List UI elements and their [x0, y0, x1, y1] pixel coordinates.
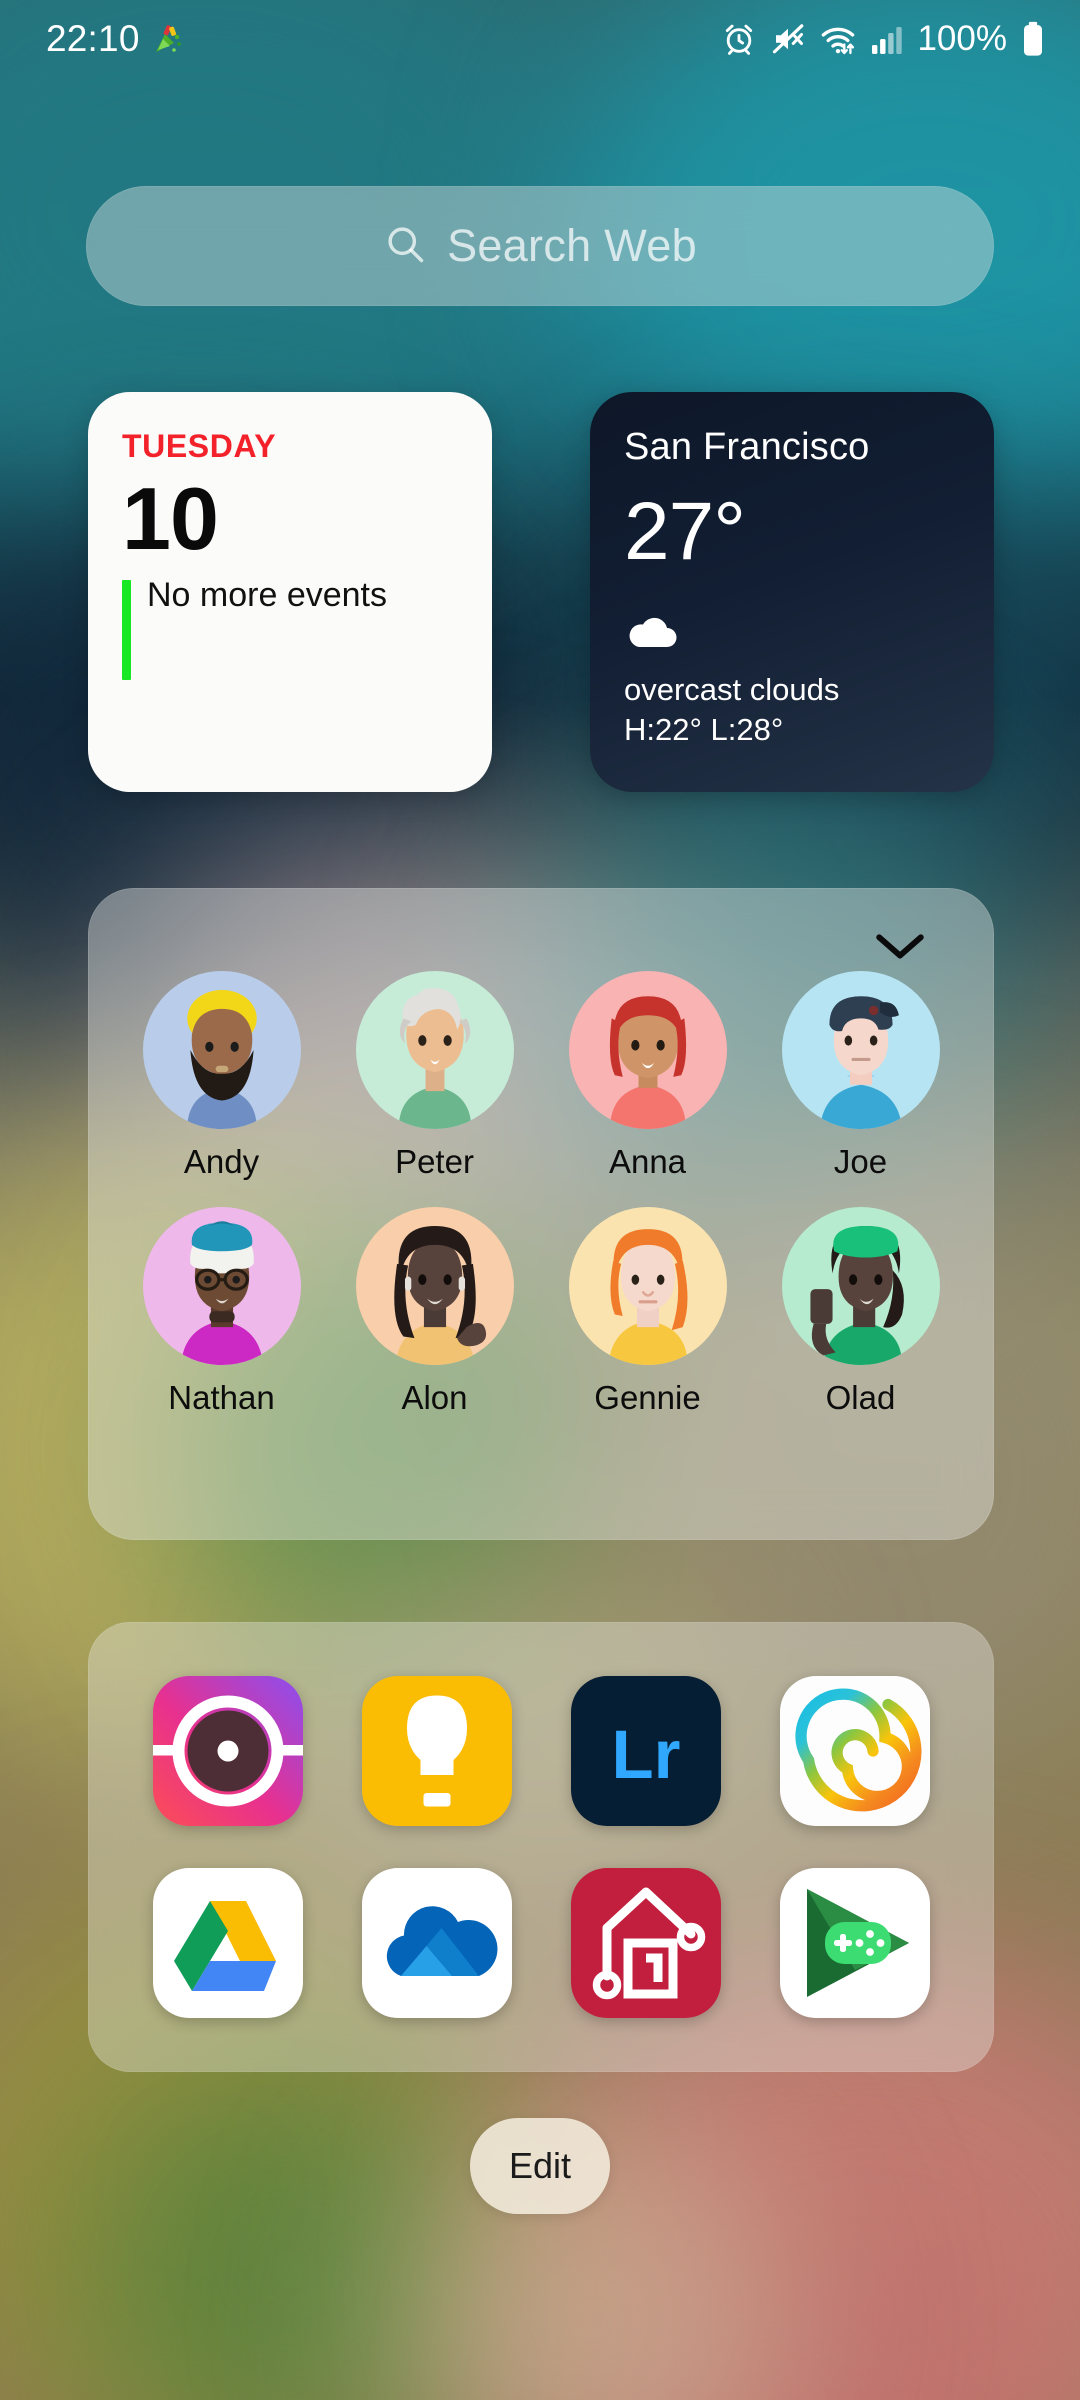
spiral-app[interactable]	[779, 1676, 930, 1826]
contact-andy[interactable]: Andy	[115, 971, 328, 1181]
contacts-grid: Andy Peter Anna Joe Nathan Alon Gennie O…	[89, 971, 993, 1417]
battery-percent-label: 100%	[917, 19, 1007, 58]
onedrive-app[interactable]	[361, 1868, 512, 2018]
contact-name: Andy	[183, 1143, 260, 1180]
cloud-icon	[624, 611, 994, 656]
calendar-accent-bar	[122, 580, 131, 681]
contact-gennie[interactable]: Gennie	[541, 1207, 754, 1417]
party-popper-icon	[150, 21, 186, 57]
weather-widget[interactable]: San Francisco 27° overcast clouds H:22° …	[590, 392, 994, 792]
avatar	[142, 971, 301, 1129]
weather-city: San Francisco	[624, 426, 870, 468]
app-dock: Lr	[88, 1622, 994, 2072]
calendar-date: 10	[122, 469, 219, 568]
contact-joe[interactable]: Joe	[754, 971, 967, 1181]
wifi-icon	[819, 21, 857, 57]
weather-temperature: 27°	[624, 486, 746, 577]
google-keep-app[interactable]	[361, 1676, 512, 1826]
home-assistant-app[interactable]	[570, 1868, 721, 2018]
status-bar-time: 22:10	[46, 18, 140, 59]
svg-text:Lr: Lr	[611, 1716, 680, 1793]
calendar-event-row: No more events	[122, 576, 492, 681]
weather-high-low: H:22° L:28°	[624, 712, 784, 748]
avatar	[568, 1207, 727, 1365]
status-bar: 22:10 100%	[0, 0, 1080, 78]
avatar	[781, 971, 940, 1129]
calendar-widget[interactable]: TUESDAY 10 No more events	[88, 392, 492, 792]
avatar	[355, 971, 514, 1129]
camera-disc-app[interactable]	[152, 1676, 303, 1826]
avatar	[568, 971, 727, 1129]
contact-name: Anna	[608, 1143, 687, 1180]
contact-name: Gennie	[594, 1379, 701, 1416]
app-grid: Lr	[89, 1623, 993, 2071]
alarm-icon	[721, 21, 757, 57]
google-play-games-app[interactable]	[779, 1868, 930, 2018]
mute-icon	[770, 21, 806, 57]
contact-name: Alon	[401, 1379, 468, 1416]
contact-name: Peter	[395, 1143, 474, 1180]
avatar	[142, 1207, 301, 1365]
search-placeholder: Search Web	[447, 220, 697, 271]
contacts-widget[interactable]: Andy Peter Anna Joe Nathan Alon Gennie O…	[88, 888, 994, 1540]
weather-condition: overcast clouds	[624, 672, 840, 708]
signal-icon	[870, 21, 904, 57]
contact-peter[interactable]: Peter	[328, 971, 541, 1181]
calendar-weekday: TUESDAY	[122, 428, 277, 464]
search-bar[interactable]: Search Web	[86, 186, 994, 306]
contact-anna[interactable]: Anna	[541, 971, 754, 1181]
chevron-down-icon	[874, 929, 926, 968]
widget-row: TUESDAY 10 No more events San Francisco …	[88, 392, 994, 792]
contact-nathan[interactable]: Nathan	[115, 1207, 328, 1417]
contact-name: Olad	[825, 1379, 896, 1416]
edit-button[interactable]: Edit	[470, 2118, 610, 2214]
search-icon	[383, 222, 427, 271]
contact-alon[interactable]: Alon	[328, 1207, 541, 1417]
avatar	[355, 1207, 514, 1365]
calendar-event-text: No more events	[147, 576, 387, 615]
lightroom-app[interactable]: Lr	[570, 1676, 721, 1826]
contact-name: Nathan	[168, 1379, 275, 1416]
avatar	[781, 1207, 940, 1365]
google-drive-app[interactable]	[152, 1868, 303, 2018]
edit-label: Edit	[508, 2145, 572, 2186]
battery-icon	[1020, 21, 1046, 57]
contact-olad[interactable]: Olad	[754, 1207, 967, 1417]
contact-name: Joe	[833, 1143, 888, 1180]
